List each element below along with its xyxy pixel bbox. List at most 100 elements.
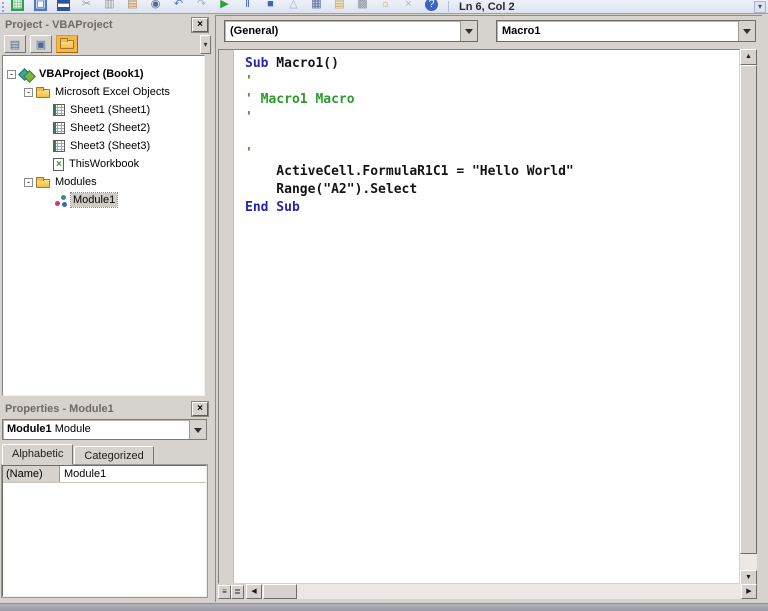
tree-item-label: ThisWorkbook — [67, 157, 141, 171]
tree-item-label: Sheet3 (Sheet3) — [68, 139, 152, 153]
toolbar-separator — [448, 1, 449, 12]
design-mode-button[interactable]: △ — [287, 0, 300, 11]
worksheet-icon — [53, 140, 65, 152]
object-selector-dropdown[interactable]: Module1 Module — [2, 419, 207, 440]
code-line: End Sub — [245, 199, 735, 217]
scroll-left-icon[interactable]: ◀ — [246, 584, 262, 599]
horizontal-scroll-thumb[interactable] — [263, 584, 297, 599]
project-explorer-panel: Project - VBAProject × ▤▣ ▾ -VBAProject … — [2, 16, 211, 396]
project-explorer-button[interactable]: ▦ — [310, 0, 323, 11]
code-line: ActiveCell.FormulaR1C1 = "Hello World" — [245, 163, 735, 181]
object-selector-name: Module1 — [7, 423, 52, 435]
project-toolbar-overflow-button[interactable]: ▾ — [200, 35, 211, 54]
properties-panel-title: Properties - Module1 — [5, 403, 114, 415]
view-microsoft-excel-button[interactable]: ▦ — [11, 0, 24, 11]
tab-alphabetic[interactable]: Alphabetic — [2, 444, 73, 465]
code-line: ' Macro1 Macro — [245, 91, 735, 109]
tree-item-module1[interactable]: Module1 — [3, 191, 204, 209]
properties-panel: Properties - Module1 × Module1 Module Al… — [2, 400, 211, 600]
procedure-dropdown-arrow-icon[interactable] — [738, 21, 755, 41]
standard-toolbar: ▦ ▣ ▬ ✂ ▥ ▤ ◉ ↶ ↷ ▶ ‖ ■ △ ▦ ▤ ▩ ☼ ×? Ln 6, Col 2 ▾ — [0, 0, 768, 14]
full-module-view-button[interactable]: ≣ — [231, 585, 244, 599]
paste-button[interactable]: ▤ — [126, 0, 139, 11]
reset-button[interactable]: ■ — [264, 0, 277, 11]
help-button[interactable]: ? — [425, 0, 438, 11]
tree-item-label: Modules — [53, 175, 99, 189]
procedure-dropdown[interactable]: Macro1 — [496, 20, 756, 42]
object-dropdown[interactable]: (General) — [224, 20, 478, 42]
vertical-scroll-thumb[interactable] — [740, 65, 757, 554]
code-line: ' — [245, 73, 735, 91]
view-object-button[interactable]: ▣ — [30, 35, 52, 53]
copy-button[interactable]: ▥ — [103, 0, 116, 11]
tree-item-sheet1[interactable]: Sheet1 (Sheet1) — [3, 101, 204, 119]
project-panel-header[interactable]: Project - VBAProject × — [2, 16, 211, 33]
property-value[interactable]: Module1 — [60, 466, 206, 482]
code-bottom-bar: ≡ ≣ ◀ ▶ — [218, 584, 757, 599]
toolbox-button[interactable]: ☼ — [379, 0, 392, 11]
worksheet-icon — [53, 122, 65, 134]
code-margin-indicator-bar — [219, 50, 234, 583]
insert-userform-button[interactable]: ▣ — [34, 0, 47, 11]
scroll-up-icon[interactable]: ▲ — [740, 49, 757, 65]
tree-item-label: Microsoft Excel Objects — [53, 85, 172, 99]
folder-icon — [36, 89, 50, 98]
scroll-right-icon[interactable]: ▶ — [741, 584, 757, 599]
tree-item-thisworkbook[interactable]: ThisWorkbook — [3, 155, 204, 173]
collapse-icon[interactable]: - — [7, 70, 16, 79]
project-close-button[interactable]: × — [192, 18, 208, 32]
code-line — [245, 127, 735, 145]
code-editor-surface[interactable]: Sub Macro1()'' Macro1 Macro' ' ActiveCel… — [218, 49, 740, 584]
object-browser-button[interactable]: ▩ — [356, 0, 369, 11]
tree-item-microsoft-excel-objects[interactable]: - Microsoft Excel Objects — [3, 83, 204, 101]
toggle-folders-button[interactable] — [56, 35, 78, 53]
properties-window-button[interactable]: ▤ — [333, 0, 346, 11]
disabled-x-button[interactable]: × — [402, 0, 415, 11]
cut-button[interactable]: ✂ — [80, 0, 93, 11]
project-tree: -VBAProject (Book1)-Microsoft Excel Obje… — [2, 55, 205, 396]
object-selector-arrow-icon[interactable] — [189, 420, 206, 439]
vba-project-icon — [19, 68, 34, 81]
object-dropdown-value: (General) — [225, 21, 460, 41]
tree-item-label: Sheet1 (Sheet1) — [68, 103, 152, 117]
code-window: (General) Macro1 Sub Macro1()'' Macro1 M… — [215, 15, 762, 602]
module-icon — [53, 194, 68, 207]
toolbar-options-button[interactable]: ▾ — [754, 1, 766, 13]
folder-icon — [36, 179, 50, 188]
tree-item-vbaproject-book1[interactable]: -VBAProject (Book1) — [3, 65, 204, 83]
code-horizontal-scrollbar[interactable]: ◀ ▶ — [246, 584, 757, 599]
properties-panel-header[interactable]: Properties - Module1 × — [2, 400, 211, 417]
property-row[interactable]: (Name)Module1 — [3, 466, 206, 483]
view-code-button[interactable]: ▤ — [4, 35, 26, 53]
line-column-indicator: Ln 6, Col 2 — [459, 1, 515, 13]
tab-categorized[interactable]: Categorized — [74, 446, 153, 465]
code-vertical-scrollbar[interactable]: ▲ ▼ — [740, 49, 757, 586]
break-button[interactable]: ‖ — [241, 0, 254, 11]
run-sub-button[interactable]: ▶ — [218, 0, 231, 11]
tree-item-modules[interactable]: - Modules — [3, 173, 204, 191]
toolbar-grip[interactable] — [2, 2, 5, 12]
procedure-dropdown-value: Macro1 — [497, 21, 738, 41]
worksheet-icon — [53, 104, 65, 116]
collapse-icon[interactable]: - — [24, 88, 33, 97]
redo-button[interactable]: ↷ — [195, 0, 208, 11]
workbook-icon — [53, 158, 64, 171]
find-button[interactable]: ◉ — [149, 0, 162, 11]
code-text[interactable]: Sub Macro1()'' Macro1 Macro' ' ActiveCel… — [235, 50, 739, 583]
collapse-icon[interactable]: - — [24, 178, 33, 187]
folder-icon — [60, 40, 74, 49]
code-line: Sub Macro1() — [245, 55, 735, 73]
project-panel-title: Project - VBAProject — [5, 19, 113, 31]
tree-item-sheet3[interactable]: Sheet3 (Sheet3) — [3, 137, 204, 155]
undo-button[interactable]: ↶ — [172, 0, 185, 11]
tree-item-label: Sheet2 (Sheet2) — [68, 121, 152, 135]
project-toolbar: ▤▣ ▾ — [2, 33, 211, 55]
tree-item-sheet2[interactable]: Sheet2 (Sheet2) — [3, 119, 204, 137]
properties-close-button[interactable]: × — [192, 402, 208, 416]
save-button[interactable]: ▬ — [57, 0, 70, 11]
object-dropdown-arrow-icon[interactable] — [460, 21, 477, 41]
code-line: ' — [245, 145, 735, 163]
object-selector-type: Module — [55, 423, 91, 435]
property-name: (Name) — [3, 466, 60, 482]
procedure-view-button[interactable]: ≡ — [218, 585, 231, 599]
